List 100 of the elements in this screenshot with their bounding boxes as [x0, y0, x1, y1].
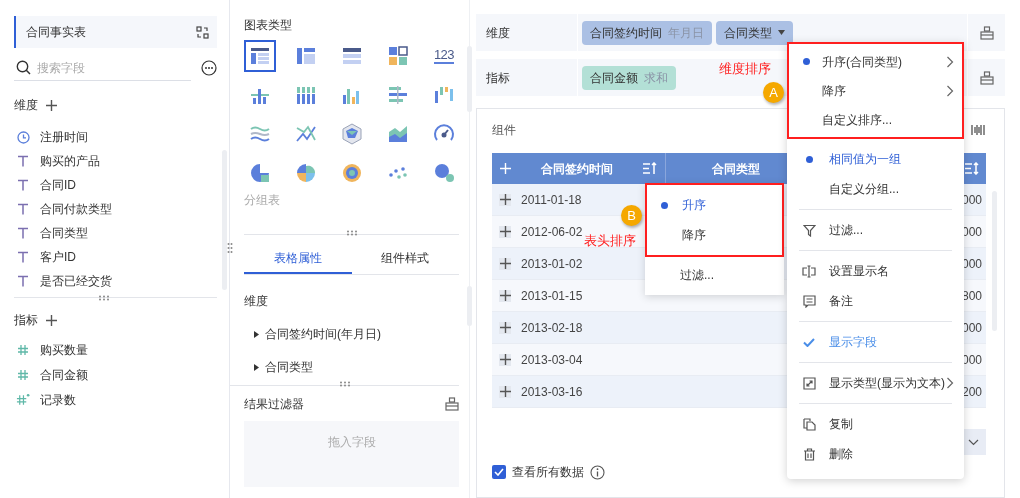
menu-item[interactable]: 相同值为一组: [789, 144, 962, 174]
field-name: 购买的产品: [40, 153, 100, 170]
menu-item[interactable]: 过滤...: [789, 215, 962, 245]
field-item[interactable]: 注册时间: [14, 125, 209, 149]
text-type-icon: [17, 227, 29, 239]
menu-item[interactable]: 降序: [789, 76, 962, 105]
menu-item-label: 升序: [682, 197, 706, 214]
field-item[interactable]: 购买数量: [14, 337, 217, 362]
sort-icon[interactable]: [642, 162, 657, 175]
tab[interactable]: 表格属性: [244, 243, 352, 274]
note-icon: [802, 294, 816, 308]
checkbox[interactable]: [492, 465, 506, 479]
field-pill[interactable]: 合同类型: [716, 20, 793, 45]
menu-item[interactable]: 显示字段: [789, 327, 962, 357]
sort-icon[interactable]: [963, 162, 979, 175]
menu-item[interactable]: 删除: [789, 439, 962, 469]
table-cell-text: 2013-02-18: [521, 319, 583, 337]
caret-down-icon[interactable]: [778, 30, 785, 35]
field-item[interactable]: 是否已经交货: [14, 269, 209, 293]
field-name: 注册时间: [40, 129, 88, 146]
menu-item-label: 降序: [682, 227, 706, 244]
more-icon[interactable]: [201, 60, 217, 76]
field-item[interactable]: 合同金额: [14, 362, 217, 387]
drag-handle-icon[interactable]: [345, 230, 358, 236]
hash-icon: [17, 343, 29, 356]
menu-item[interactable]: 过滤...: [645, 259, 784, 291]
menu-item[interactable]: 显示类型(显示为文本): [789, 368, 962, 398]
menu-item-label: 设置显示名: [829, 263, 889, 280]
table-header[interactable]: 合同事实表: [14, 16, 217, 48]
field-item[interactable]: 合同ID: [14, 173, 209, 197]
hash-star-icon: [16, 393, 30, 406]
field-item[interactable]: 记录数: [14, 387, 217, 412]
expand-all-icon[interactable]: [500, 163, 511, 174]
chart-type-icon: [386, 83, 410, 107]
chart-type-icon: [340, 161, 364, 185]
chart-type-icon: [340, 122, 364, 146]
field-pill[interactable]: 合同签约时间 年月日: [582, 20, 712, 45]
text-type-icon: [17, 275, 29, 287]
switch-table-icon[interactable]: [196, 25, 209, 39]
menu-item[interactable]: 复制: [789, 409, 962, 439]
shelf-label: 指标: [486, 69, 510, 87]
number-chart-button[interactable]: 123: [428, 40, 459, 72]
expand-icon[interactable]: [499, 386, 511, 397]
hierarchy-icon[interactable]: [979, 25, 994, 40]
section-title: 结果过滤器: [244, 396, 304, 413]
expand-icon[interactable]: [499, 226, 511, 237]
field-item[interactable]: 购买的产品: [14, 149, 209, 173]
menu-item[interactable]: 备注: [789, 286, 962, 316]
column-header[interactable]: 合同签约时间: [511, 159, 642, 178]
pill-name: 合同类型: [724, 24, 772, 42]
tab[interactable]: 组件样式: [351, 243, 459, 274]
menu-item[interactable]: 自定义分组...: [789, 174, 962, 204]
property-field[interactable]: 合同签约时间(年月日): [244, 325, 459, 343]
section-title: 维度: [14, 97, 38, 114]
expand-icon[interactable]: [499, 290, 511, 301]
menu-item[interactable]: 升序(合同类型): [789, 47, 962, 76]
text-type-icon: [17, 155, 29, 167]
table-cell-text: 2013-03-04: [521, 351, 583, 369]
menu-item-label: 过滤...: [680, 267, 714, 284]
hierarchy-icon[interactable]: [445, 397, 459, 411]
menu-item-label: 显示类型(显示为文本): [829, 375, 945, 392]
menu-item[interactable]: 升序: [647, 190, 782, 220]
field-item[interactable]: 客户ID: [14, 245, 209, 269]
expand-icon[interactable]: [499, 258, 511, 269]
section-title: 维度: [244, 293, 269, 310]
drag-handle-icon[interactable]: [227, 242, 233, 254]
field-pill[interactable]: 合同金额 求和: [582, 65, 676, 90]
text-type-icon: [17, 251, 29, 263]
info-icon[interactable]: [590, 464, 605, 480]
expand-icon[interactable]: [499, 354, 511, 365]
add-icon[interactable]: [46, 314, 57, 326]
chart-type-button[interactable]: [244, 40, 276, 72]
field-name: 是否已经交货: [40, 273, 112, 290]
menu-item-label: 降序: [822, 82, 847, 100]
chart-type-icon: [432, 161, 456, 185]
search-field[interactable]: 搜索字段: [37, 58, 167, 77]
field-item[interactable]: 合同付款类型: [14, 197, 209, 221]
copy-icon: [802, 417, 816, 431]
clock-icon: [16, 130, 30, 144]
barcode-icon[interactable]: [971, 124, 985, 136]
add-icon[interactable]: [46, 99, 57, 111]
column-header[interactable]: 合同类型: [712, 159, 760, 178]
expand-icon[interactable]: [499, 322, 511, 333]
chart-type-caption: 分组表: [244, 192, 281, 209]
chart-type-icon: [248, 161, 272, 185]
expand-icon[interactable]: [499, 194, 511, 205]
panel-title: 组件: [492, 122, 516, 139]
search-icon: [16, 60, 31, 75]
field-item[interactable]: 合同类型: [14, 221, 209, 245]
pill-name: 合同签约时间: [590, 24, 662, 42]
menu-item[interactable]: 降序: [647, 220, 782, 250]
scrollbar[interactable]: [222, 150, 227, 290]
drag-handle-icon[interactable]: [97, 295, 110, 301]
text-type-icon: [17, 203, 29, 215]
drag-handle-icon[interactable]: [338, 381, 351, 387]
table-cell-text: 2013-01-02: [521, 255, 583, 273]
menu-item[interactable]: 设置显示名: [789, 256, 962, 286]
property-field[interactable]: 合同类型: [244, 358, 459, 376]
menu-item[interactable]: 自定义排序...: [789, 105, 962, 134]
hierarchy-icon[interactable]: [979, 70, 994, 85]
